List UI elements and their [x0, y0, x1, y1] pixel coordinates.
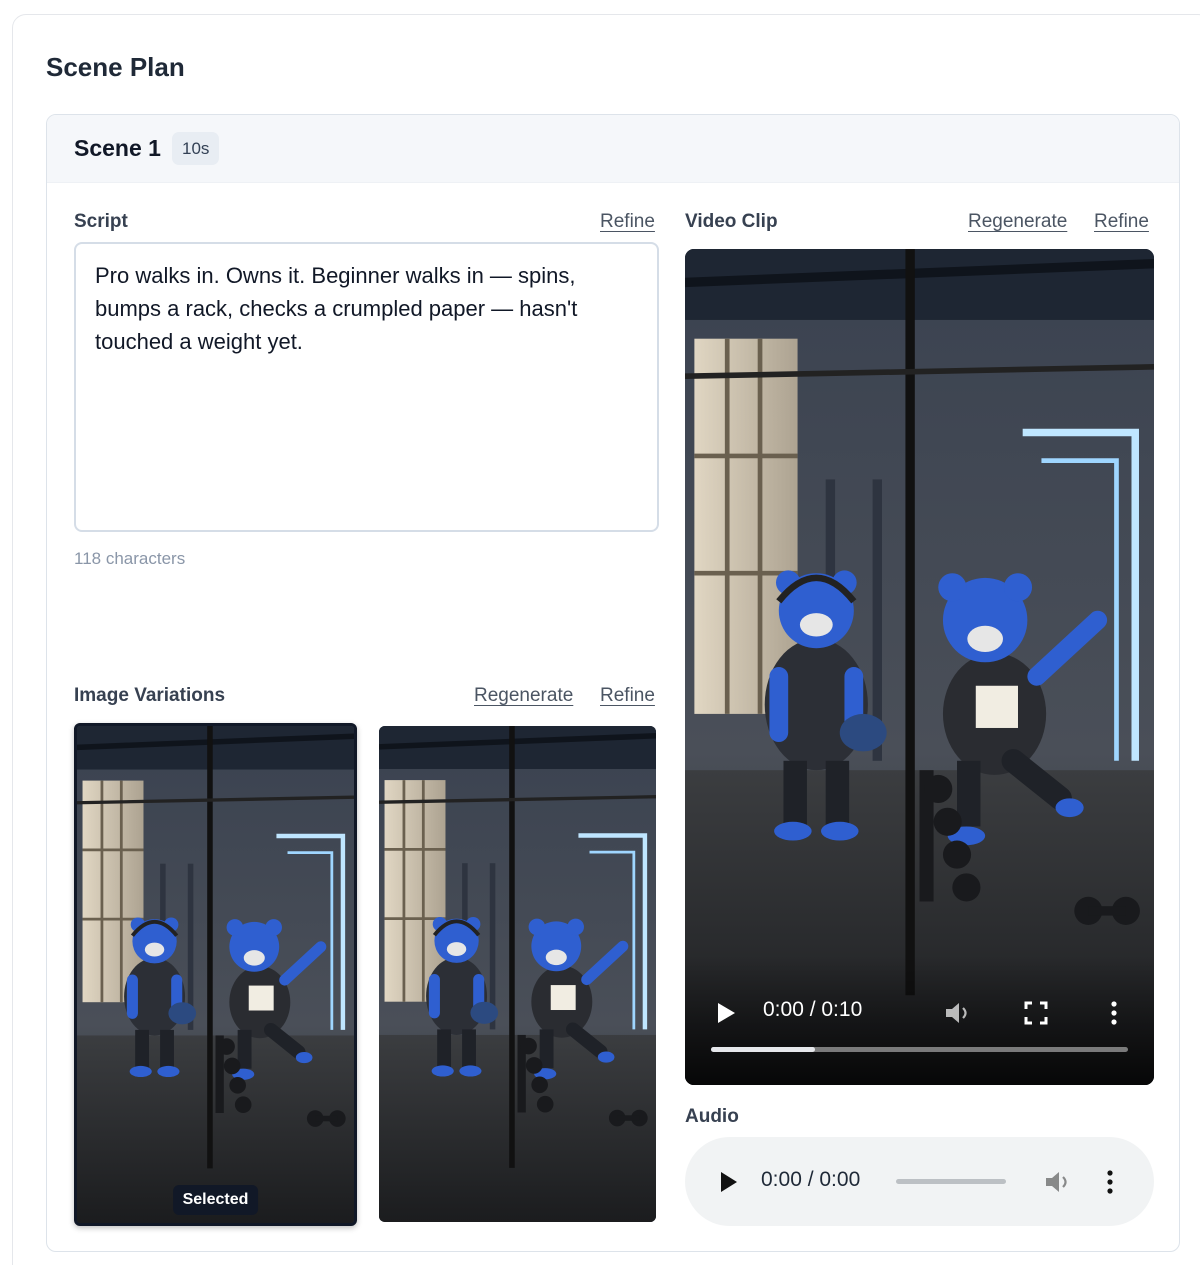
- play-icon[interactable]: [715, 1001, 737, 1025]
- video-refine-link[interactable]: Refine: [1094, 211, 1149, 233]
- audio-progress-bar[interactable]: [896, 1179, 1006, 1184]
- scene-card: Scene 1 10s Script Refine Pro walks in. …: [46, 114, 1180, 1252]
- video-controls: 0:00 / 0:10: [685, 955, 1154, 1085]
- video-regenerate-link[interactable]: Regenerate: [968, 211, 1067, 233]
- video-progress-fill: [711, 1047, 816, 1052]
- volume-icon[interactable]: [943, 999, 973, 1027]
- character-count: 118 characters: [74, 549, 186, 568]
- selected-badge: Selected: [172, 1185, 259, 1215]
- scene-header: Scene 1 10s: [47, 115, 1179, 183]
- images-refine-link[interactable]: Refine: [600, 685, 655, 707]
- video-player[interactable]: 0:00 / 0:10: [685, 249, 1154, 1085]
- script-label: Script: [74, 211, 128, 232]
- image-variation-1-illustration: [77, 726, 354, 1223]
- script-refine-link[interactable]: Refine: [600, 211, 655, 233]
- audio-play-icon[interactable]: [719, 1170, 739, 1194]
- fullscreen-icon[interactable]: [1024, 1001, 1048, 1025]
- video-time: 0:00 / 0:10: [763, 998, 863, 1021]
- image-variation-2-illustration: [379, 726, 656, 1222]
- audio-player[interactable]: 0:00 / 0:00: [685, 1137, 1154, 1226]
- audio-volume-icon[interactable]: [1043, 1168, 1073, 1196]
- image-variations-label: Image Variations: [74, 685, 226, 706]
- images-regenerate-link[interactable]: Regenerate: [474, 685, 573, 707]
- video-clip-label: Video Clip: [685, 211, 778, 232]
- video-progress-bar[interactable]: [711, 1047, 1128, 1052]
- image-variation-2[interactable]: [379, 726, 656, 1222]
- audio-time: 0:00 / 0:00: [761, 1168, 861, 1191]
- script-textarea[interactable]: Pro walks in. Owns it. Beginner walks in…: [74, 242, 659, 532]
- page-title: Scene Plan: [46, 52, 185, 82]
- audio-label: Audio: [685, 1106, 739, 1127]
- more-options-icon[interactable]: [1109, 999, 1119, 1027]
- scene-title: Scene 1: [74, 135, 161, 161]
- image-variation-1[interactable]: Selected: [74, 723, 357, 1226]
- duration-badge: 10s: [172, 132, 220, 165]
- audio-more-options-icon[interactable]: [1105, 1168, 1115, 1196]
